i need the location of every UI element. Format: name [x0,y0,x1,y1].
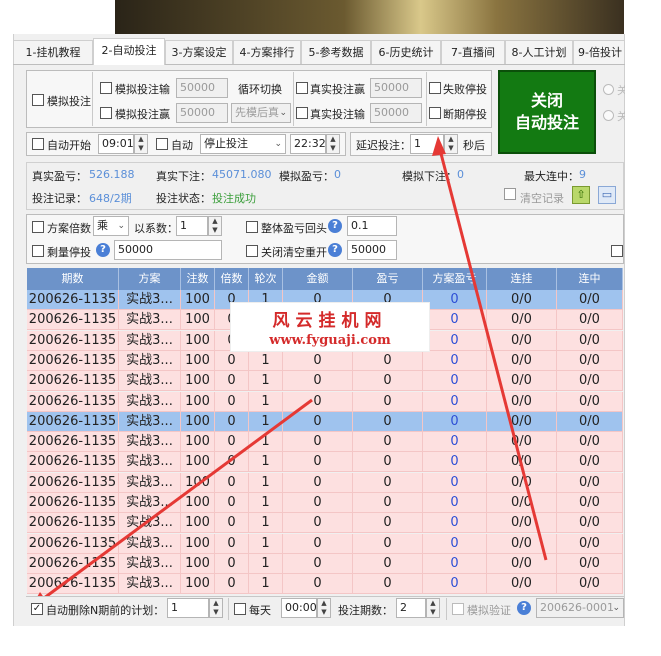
tab-auto-bet[interactable]: 2-自动投注 [93,38,165,65]
sim-verify-label: 模拟验证 [467,604,511,617]
period-select[interactable]: 200626-0001 ⌄ [536,598,624,618]
help-icon[interactable]: ? [517,601,531,615]
chevron-down-icon: ⌄ [612,603,620,613]
divider [446,598,447,620]
annotation-arrows [30,136,548,609]
auto-delete-label: 自动删除N期前的计划： [46,604,165,617]
bet-periods-input[interactable]: 2 [396,598,426,618]
daily-time-spinner[interactable]: ▲ ▼ [317,598,331,618]
auto-delete-spinner[interactable]: ▲ ▼ [209,598,223,618]
bet-periods-spinner[interactable]: ▲ ▼ [426,598,440,618]
daily-time-input[interactable]: 00:00 [281,598,317,618]
auto-delete-checkbox[interactable]: ✓ [31,603,43,615]
annotation-arrow-line [436,141,548,561]
auto-delete-input[interactable]: 1 [167,598,209,618]
annotation-arrow-head [432,136,446,156]
sim-verify-checkbox[interactable] [452,603,464,615]
bet-periods-label: 投注期数： [338,604,393,617]
period-select-value: 200626-0001 [540,601,614,614]
daily-label: 每天 [249,604,271,617]
divider [228,598,229,620]
annotation-arrow-line [35,398,313,606]
daily-checkbox[interactable] [234,603,246,615]
